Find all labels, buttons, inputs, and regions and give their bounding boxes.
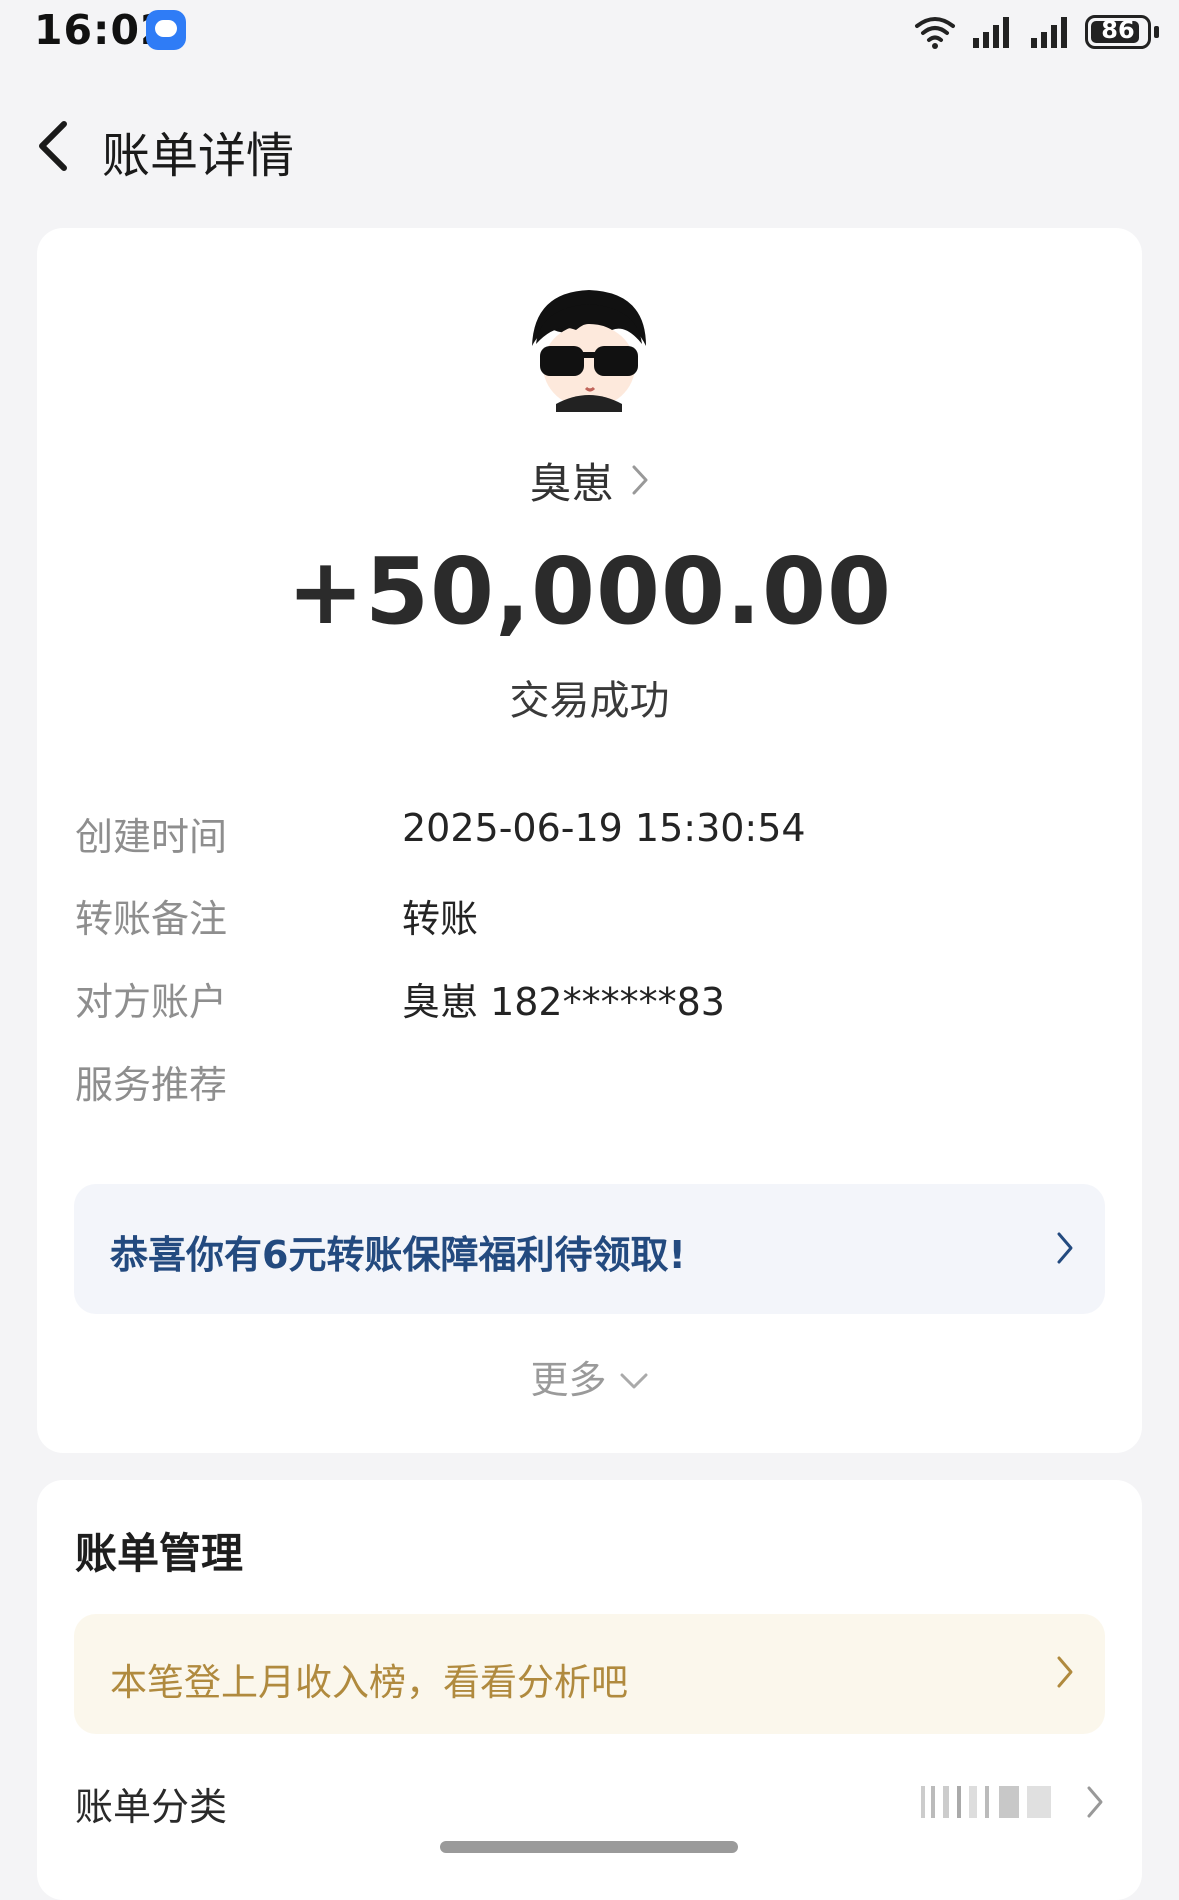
signal-icon (1031, 17, 1067, 48)
detail-value: 2025-06-19 15:30:54 (402, 806, 806, 850)
detail-row-remark: 转账备注 转账 (75, 888, 1105, 948)
system-icons: 86 (913, 12, 1159, 52)
battery-icon: 86 (1085, 15, 1151, 49)
avatar[interactable] (526, 286, 652, 412)
transaction-status: 交易成功 (509, 678, 670, 724)
bill-management-card: 账单管理 本笔登上月收入榜，看看分析吧 账单分类 (37, 1480, 1142, 1900)
promo-text: 恭喜你有6元转账保障福利待领取! (110, 1233, 686, 1277)
transaction-card: 臭崽 +50,000.00 交易成功 创建时间 2025-06-19 15:30… (37, 228, 1142, 1453)
chevron-right-icon (1057, 1656, 1073, 1688)
chevron-right-icon (632, 465, 647, 495)
wifi-icon (915, 17, 955, 49)
chevron-left-icon[interactable] (24, 110, 84, 180)
detail-label: 创建时间 (75, 815, 228, 859)
page-title: 账单详情 (102, 128, 295, 184)
bill-category-row[interactable]: 账单分类 (75, 1776, 1105, 1836)
more-label: 更多 (530, 1357, 607, 1402)
message-icon (146, 10, 186, 50)
detail-value: 转账 (402, 897, 479, 941)
service-label: 服务推荐 (75, 1063, 228, 1107)
status-bar: 16:02 86 (0, 0, 1179, 62)
battery-tip (1154, 26, 1159, 38)
transaction-amount: +50,000.00 (286, 538, 893, 645)
page-header: 账单详情 (0, 90, 1179, 200)
detail-row-service: 服务推荐 (75, 1054, 1105, 1114)
detail-label: 转账备注 (75, 897, 228, 941)
detail-row-account: 对方账户 臭崽 182******83 (75, 971, 1105, 1031)
home-indicator[interactable] (440, 1841, 738, 1853)
battery-level: 86 (1101, 16, 1135, 44)
promo-banner[interactable]: 恭喜你有6元转账保障福利待领取! (74, 1184, 1105, 1314)
detail-row-created-time: 创建时间 2025-06-19 15:30:54 (75, 806, 1105, 866)
payee-name: 臭崽 (529, 458, 614, 508)
category-label: 账单分类 (75, 1785, 228, 1829)
category-tags-icon (921, 1786, 1051, 1818)
analysis-banner[interactable]: 本笔登上月收入榜，看看分析吧 (74, 1614, 1105, 1734)
detail-value: 臭崽 182******83 (402, 980, 725, 1024)
detail-label: 对方账户 (75, 980, 228, 1024)
chevron-right-icon (1087, 1786, 1103, 1818)
chevron-right-icon (1057, 1232, 1073, 1264)
section-title: 账单管理 (75, 1529, 244, 1578)
payee-row[interactable]: 臭崽 (37, 450, 1142, 510)
chevron-down-icon (620, 1373, 647, 1389)
signal-icon (973, 17, 1009, 48)
more-button[interactable]: 更多 (37, 1346, 1142, 1406)
analysis-banner-text: 本笔登上月收入榜，看看分析吧 (110, 1661, 628, 1704)
